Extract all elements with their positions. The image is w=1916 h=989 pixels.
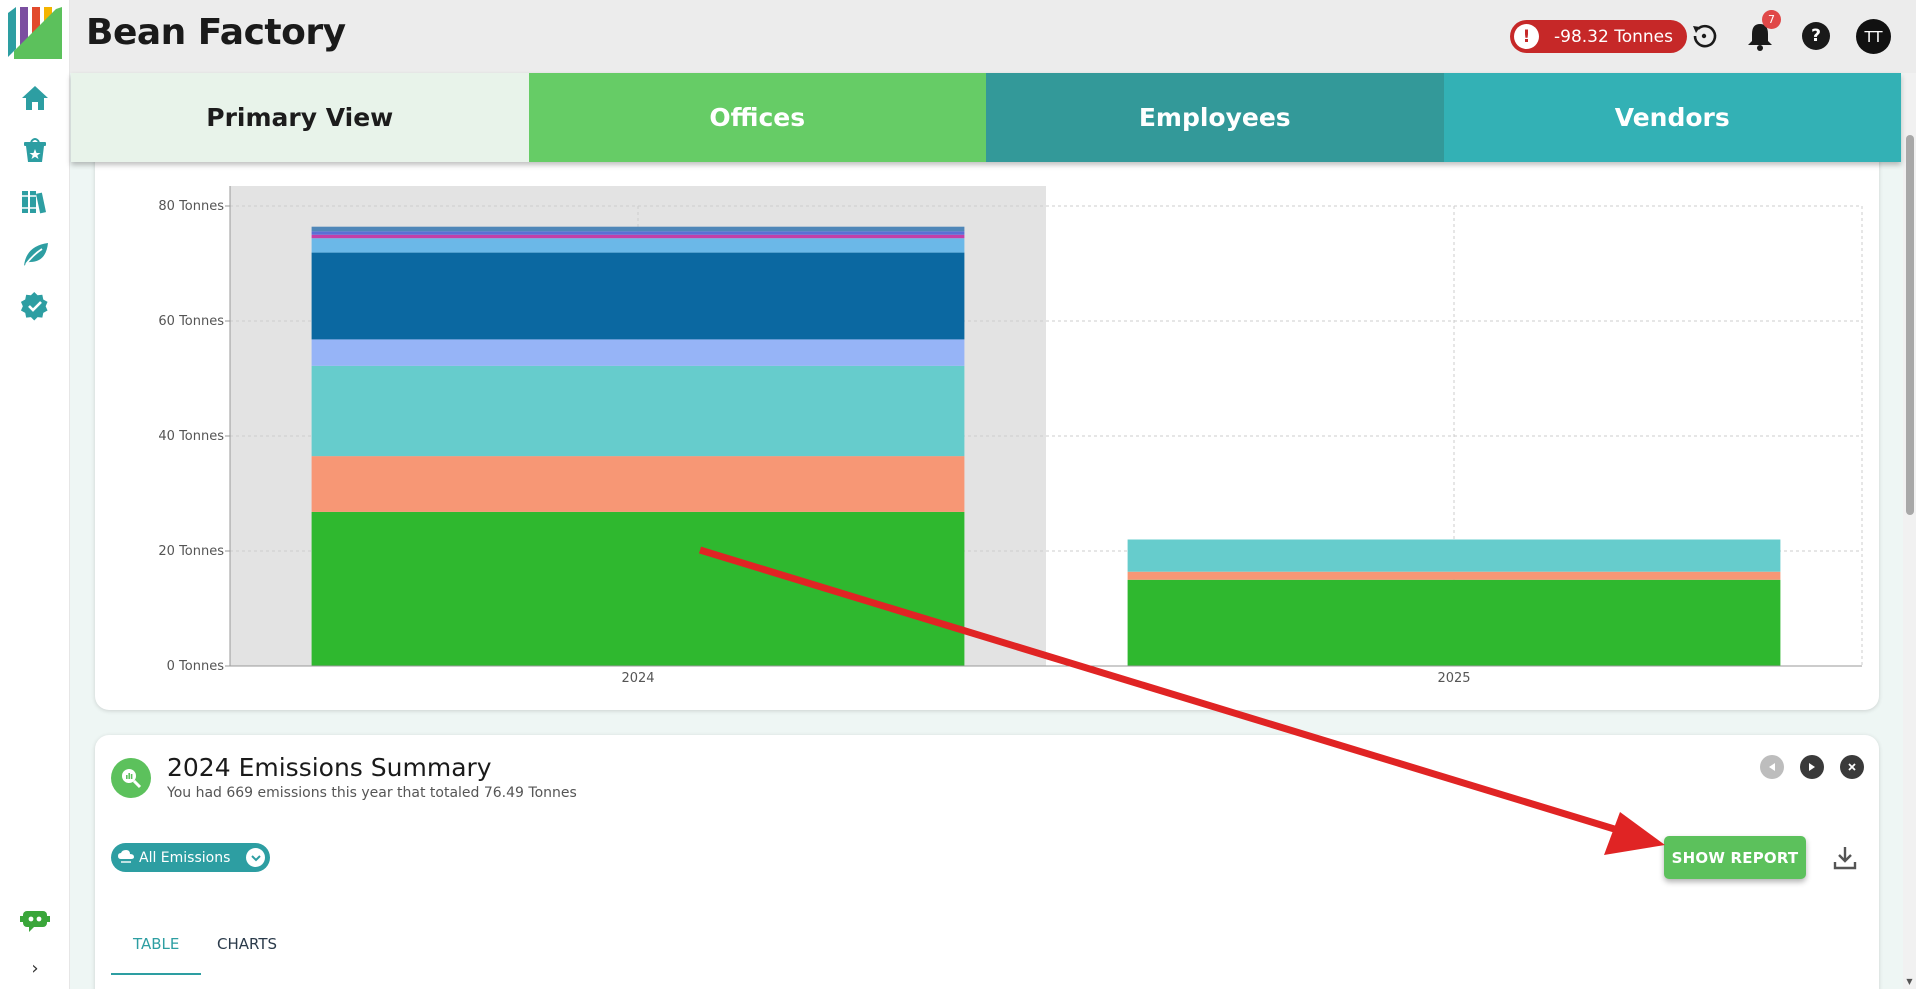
page-scrollbar-thumb[interactable]: [1906, 135, 1914, 515]
show-report-button[interactable]: SHOW REPORT: [1664, 836, 1806, 879]
x-tick-label: 2024: [621, 671, 654, 686]
emissions-balance-value: -98.32 Tonnes: [1554, 26, 1673, 47]
tab-offices[interactable]: Offices: [528, 73, 986, 162]
tab-primary-view[interactable]: Primary View: [71, 73, 529, 162]
x-tick-label: 2025: [1437, 671, 1470, 686]
sidebar: ›: [0, 0, 70, 989]
y-tick-label: 80 Tonnes: [158, 199, 224, 214]
summary-subtitle: You had 669 emissions this year that tot…: [167, 785, 577, 801]
emissions-chart-card: 0 Tonnes 20 Tonnes 40 Tonnes 60 Tonnes 80 To…: [95, 150, 1879, 710]
bar-segment: [311, 226, 965, 232]
bar-segment: [311, 238, 965, 253]
app-logo[interactable]: [6, 5, 64, 63]
bar-segment: [1127, 571, 1781, 580]
y-tick-label: 40 Tonnes: [158, 429, 224, 444]
tab-vendors[interactable]: Vendors: [1443, 73, 1901, 162]
bar-segment: [311, 252, 965, 340]
next-year-icon[interactable]: [1800, 755, 1824, 779]
emissions-summary-card: 2024 Emissions Summary You had 669 emiss…: [95, 735, 1879, 989]
cloud-icon: [118, 850, 134, 863]
leaf-icon[interactable]: [19, 238, 51, 270]
verified-badge-icon[interactable]: [19, 290, 51, 322]
chart-search-icon: [111, 758, 151, 798]
close-icon[interactable]: [1840, 755, 1864, 779]
warning-icon: !: [1514, 24, 1539, 49]
tab-charts[interactable]: CHARTS: [217, 935, 277, 953]
download-icon[interactable]: [1830, 843, 1860, 873]
active-tab-indicator: [111, 973, 201, 975]
bar-segment: [1127, 579, 1781, 666]
history-icon[interactable]: [1688, 20, 1720, 52]
tab-employees[interactable]: Employees: [986, 73, 1444, 162]
bar-segment: [311, 511, 965, 666]
help-icon[interactable]: ?: [1800, 20, 1832, 52]
bar-segment: [311, 234, 965, 239]
bar-segment: [311, 231, 965, 235]
library-icon[interactable]: [19, 185, 51, 217]
emissions-filter-dropdown[interactable]: All Emissions: [111, 843, 271, 872]
y-tick-label: 60 Tonnes: [158, 314, 224, 329]
bar-segment: [311, 365, 965, 457]
home-icon[interactable]: [19, 82, 51, 114]
help-glyph: ?: [1811, 26, 1821, 46]
bar-segment: [1127, 539, 1781, 572]
bag-star-icon[interactable]: [19, 134, 51, 166]
user-avatar[interactable]: TT: [1856, 19, 1891, 54]
filter-label: All Emissions: [139, 849, 231, 866]
y-tick-label: 20 Tonnes: [158, 544, 224, 559]
notification-count-badge: 7: [1762, 10, 1781, 29]
notifications-bell-icon[interactable]: 7: [1744, 10, 1781, 52]
bar-segment: [311, 456, 965, 512]
app-title: Bean Factory: [86, 12, 346, 53]
previous-year-icon[interactable]: [1760, 755, 1784, 779]
tab-table[interactable]: TABLE: [133, 935, 179, 953]
emissions-stacked-bar-chart: 0 Tonnes 20 Tonnes 40 Tonnes 60 Tonnes 80 To…: [158, 186, 1863, 686]
emissions-balance-badge[interactable]: ! -98.32 Tonnes: [1510, 20, 1687, 53]
chatbot-icon[interactable]: [19, 905, 51, 937]
chevron-down-icon: [246, 848, 266, 867]
bar-segment: [311, 339, 965, 366]
y-tick-label: 0 Tonnes: [167, 659, 225, 674]
summary-title: 2024 Emissions Summary: [167, 753, 492, 782]
scroll-down-arrow-icon[interactable]: ▼: [1904, 976, 1915, 987]
top-header: Bean Factory ! -98.32 Tonnes 7 ? TT: [70, 0, 1916, 73]
expand-sidebar-chevron-icon[interactable]: ›: [24, 957, 46, 979]
view-tabs: Primary View Offices Employees Vendors: [71, 73, 1901, 162]
